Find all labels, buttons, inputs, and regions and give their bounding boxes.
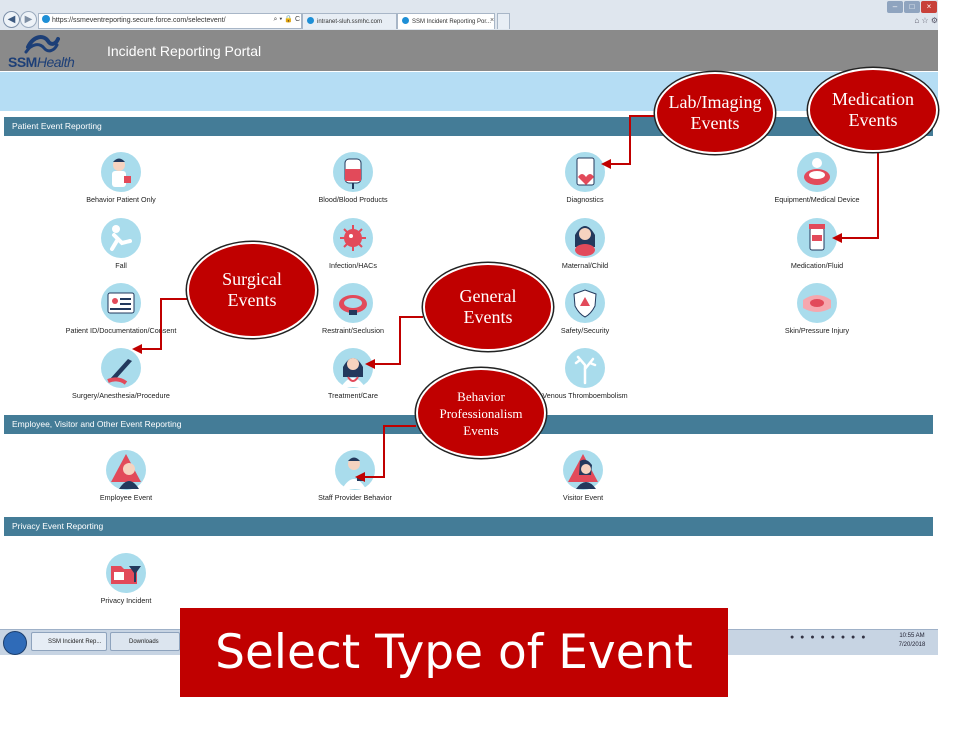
- select-type-of-event-banner: Select Type of Event: [180, 608, 728, 697]
- callout-general: General Events: [423, 263, 553, 351]
- arrow-lab-imaging: [601, 115, 655, 169]
- callout-text: Lab/Imaging Events: [668, 92, 762, 133]
- arrow-behavior-professionalism: [355, 425, 416, 482]
- arrow-general: [365, 316, 423, 369]
- callout-behavior-professionalism: Behavior Professionalism Events: [416, 368, 546, 458]
- callout-text: Behavior Professionalism Events: [439, 388, 523, 438]
- callout-medication: Medication Events: [808, 68, 938, 152]
- callout-surgical: Surgical Events: [187, 242, 317, 338]
- callout-lab-imaging: Lab/Imaging Events: [655, 72, 775, 154]
- callout-text: Surgical Events: [222, 269, 282, 310]
- callout-text: General Events: [459, 286, 517, 327]
- callout-text: Medication Events: [832, 89, 914, 130]
- arrow-surgical: [132, 298, 187, 354]
- arrow-medication: [832, 150, 879, 243]
